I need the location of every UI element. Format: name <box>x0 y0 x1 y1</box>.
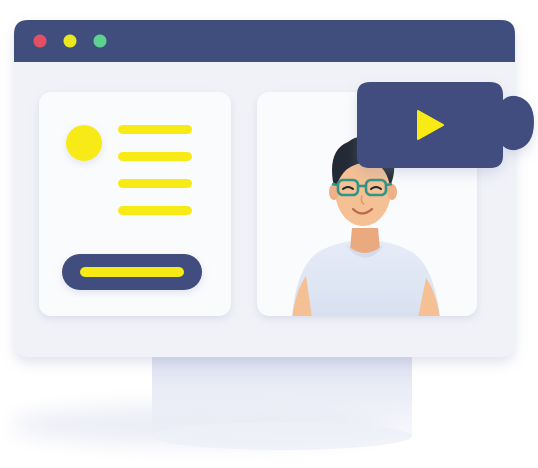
close-dot[interactable] <box>33 34 47 48</box>
text-line <box>118 125 192 134</box>
minimize-dot[interactable] <box>63 34 77 48</box>
action-button[interactable] <box>62 254 202 290</box>
video-call-illustration <box>0 0 538 468</box>
window-title-bar <box>14 20 515 62</box>
maximize-dot[interactable] <box>93 34 107 48</box>
profile-dot <box>66 125 102 161</box>
text-line <box>118 152 192 161</box>
illustration-canvas <box>10 20 534 450</box>
left-content-panel <box>39 92 231 316</box>
monitor-stand <box>152 356 412 450</box>
text-line <box>118 206 192 215</box>
text-line <box>118 179 192 188</box>
